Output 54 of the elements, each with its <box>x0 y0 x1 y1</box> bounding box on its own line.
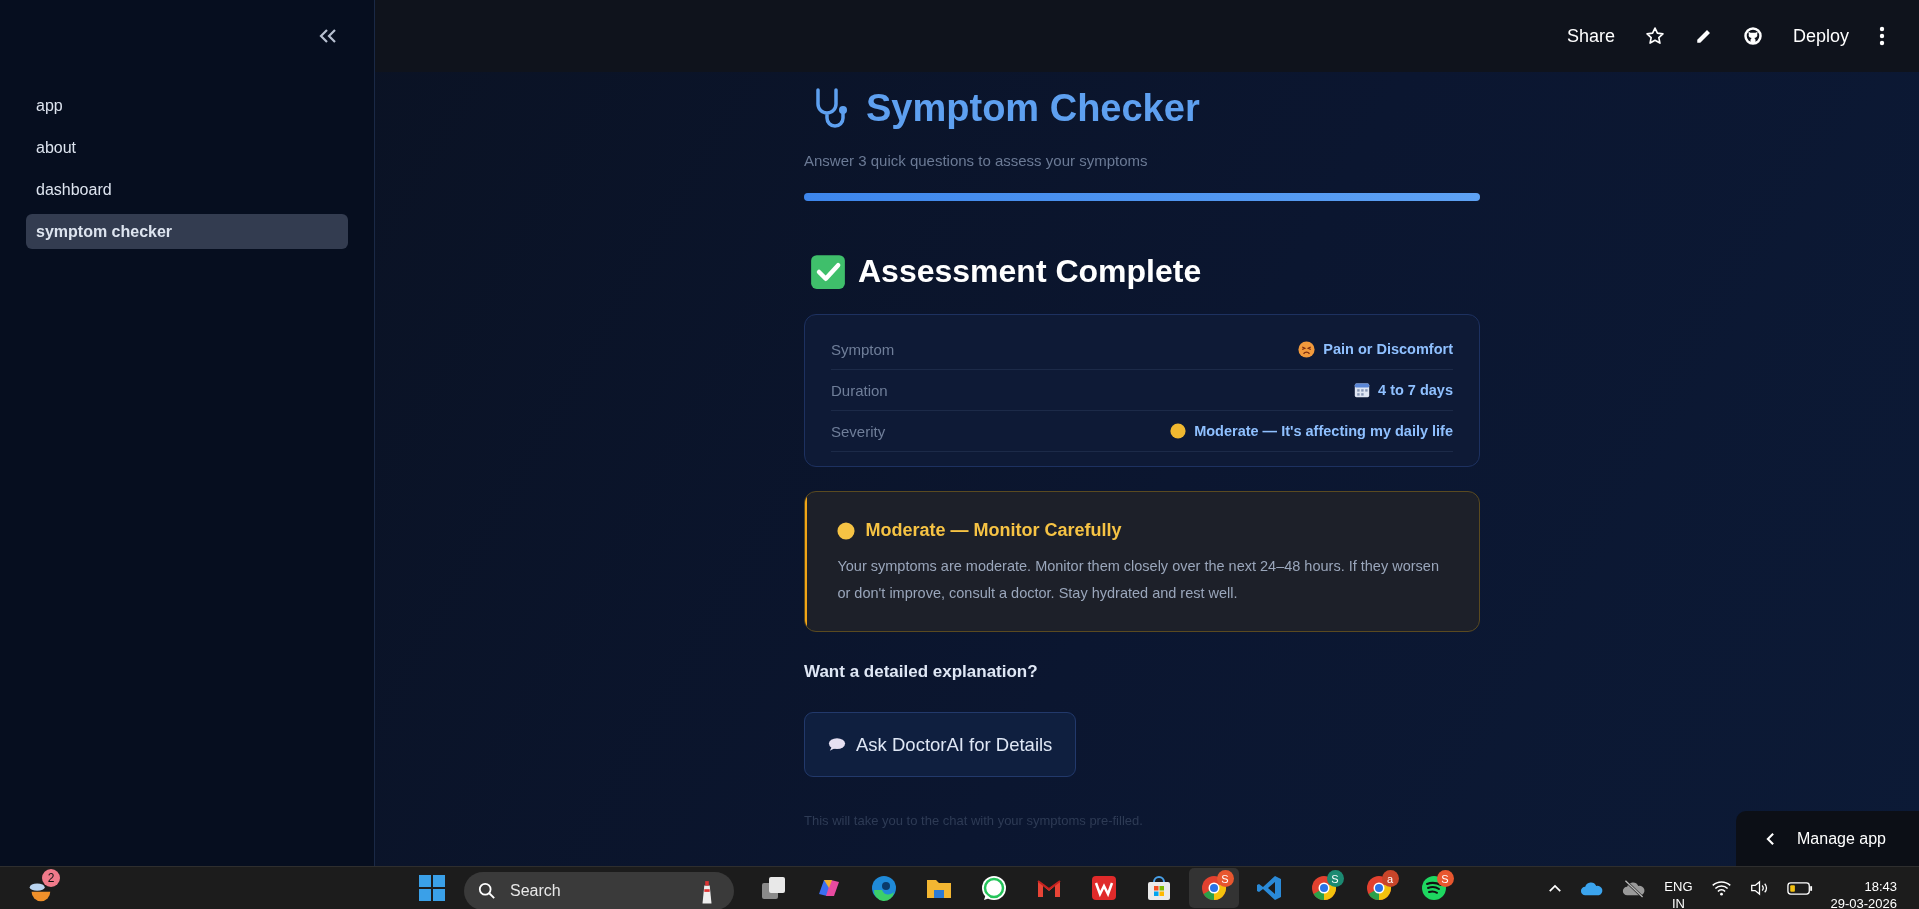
document-app-icon[interactable] <box>1089 874 1118 902</box>
search-bar[interactable]: Search <box>464 872 734 909</box>
edge-icon[interactable] <box>869 874 898 902</box>
section-heading: Assessment Complete <box>858 253 1202 290</box>
music-app-icon[interactable] <box>1419 874 1448 902</box>
language-indicator[interactable]: ENG IN <box>1664 878 1693 909</box>
browser-icon[interactable] <box>1309 874 1338 902</box>
speech-bubble-icon <box>828 737 846 752</box>
calendar-icon <box>1354 382 1371 398</box>
pained-face-icon <box>1298 340 1316 358</box>
result-title: Moderate — Monitor Carefully <box>865 520 1122 541</box>
summary-value: Moderate — It's affecting my daily life <box>1194 423 1453 439</box>
circle-emoji-icon <box>1170 423 1187 439</box>
chevron-left-icon <box>1766 831 1775 846</box>
wifi-icon[interactable] <box>1710 880 1732 896</box>
header-link[interactable]: Share <box>1566 25 1615 47</box>
collapse-sidebar-icon[interactable] <box>318 28 338 44</box>
chat-bubble-icon[interactable] <box>979 874 1008 902</box>
volume-icon[interactable] <box>1749 880 1769 896</box>
browser-icon[interactable] <box>1199 874 1228 902</box>
sidebar-item[interactable]: symptom checker <box>26 214 348 249</box>
summary-value: 4 to 7 days <box>1378 382 1453 398</box>
manage-app-button[interactable]: Manage app <box>1736 811 1919 866</box>
prompt-text: Want a detailed explanation? <box>804 662 1039 682</box>
ask-button[interactable]: Ask DoctorAI for Details <box>804 712 1077 777</box>
cloud-off-icon[interactable] <box>1622 878 1647 898</box>
clock[interactable]: 18:43 29-03-2026 <box>1830 878 1897 909</box>
active-app-slot[interactable]: S <box>1188 868 1239 908</box>
summary-label: Symptom <box>831 340 895 358</box>
summary-value: Pain or Discomfort <box>1323 341 1453 357</box>
star-icon[interactable] <box>1644 26 1665 46</box>
browser-icon[interactable] <box>1364 874 1393 902</box>
sidebar-item[interactable]: dashboard <box>26 172 348 207</box>
task-view-icon[interactable] <box>759 874 788 902</box>
subtitle: Answer 3 quick questions to assess your symptoms <box>804 152 1149 169</box>
chevron-up-icon[interactable] <box>1548 883 1563 893</box>
more-icon[interactable] <box>1879 26 1885 46</box>
result-text: Your symptoms are moderate. Monitor them closely over the next 24–48 hours. If they worsen or don't improve, consult a doctor. Stay hydrated and rest well. <box>837 557 1440 603</box>
sidebar-item[interactable]: app <box>26 88 348 123</box>
search-field[interactable]: Search <box>508 881 686 901</box>
summary-label: Duration <box>831 381 888 399</box>
code-editor-icon[interactable] <box>1254 874 1283 902</box>
windows-start-icon[interactable] <box>418 874 446 902</box>
battery-icon[interactable] <box>1786 881 1813 895</box>
edit-icon[interactable] <box>1694 27 1713 45</box>
github-icon[interactable] <box>1742 26 1763 46</box>
summary-label: Severity <box>831 422 886 440</box>
header-link[interactable]: Deploy <box>1792 25 1849 47</box>
severity-dot-icon <box>837 521 856 540</box>
search-icon <box>478 882 496 900</box>
checkmark-icon <box>810 253 846 290</box>
notification-badge: 2 <box>42 869 60 887</box>
page-title: Symptom Checker <box>866 86 1200 130</box>
sidebar-item[interactable]: about <box>26 130 348 165</box>
